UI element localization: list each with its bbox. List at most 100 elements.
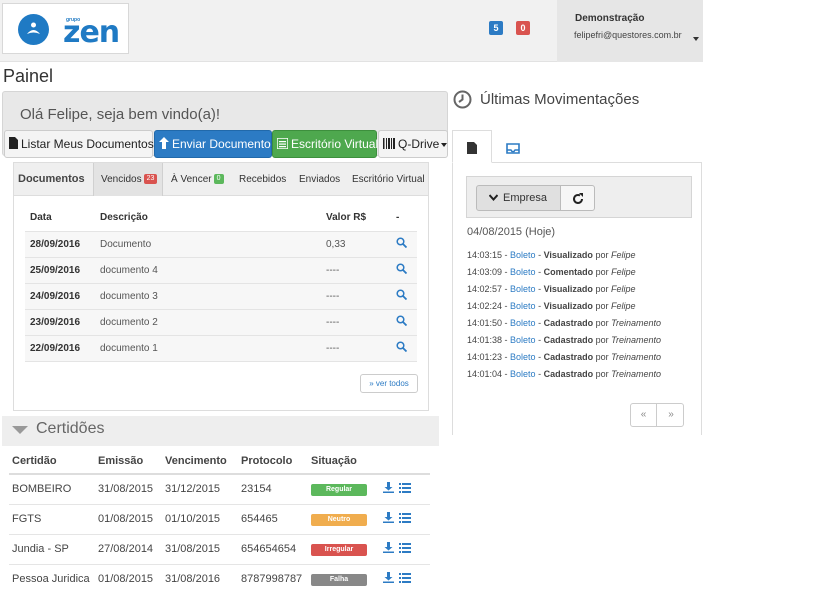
search-icon[interactable]	[396, 289, 408, 303]
notification-badge[interactable]: 5	[489, 21, 503, 35]
col-certidao: Certidão	[9, 448, 95, 475]
item-user: Treinamento	[611, 369, 661, 379]
documents-panel: Documentos Vencidos 23 À Vencer 0 Recebido…	[13, 162, 429, 411]
certidoes-title: Certidões	[36, 420, 105, 437]
certidao-protocolo: 654654654	[238, 534, 308, 565]
status-badge: Irregular	[311, 544, 367, 556]
caret-down-icon	[441, 142, 448, 147]
item-doc-link[interactable]: Boleto	[510, 335, 536, 345]
item-doc-link[interactable]: Boleto	[510, 284, 536, 294]
list-item: 14:01:50 - Boleto - Cadastrado por Trein…	[467, 318, 661, 328]
q-drive-dropdown[interactable]: Q-Drive	[378, 130, 448, 158]
search-icon[interactable]	[396, 315, 408, 329]
certidao-name: FGTS	[9, 504, 95, 535]
list-item: 14:01:38 - Boleto - Cadastrado por Trein…	[467, 335, 661, 345]
file-icon	[467, 141, 477, 159]
virtual-office-button[interactable]: Escritório Virtual	[272, 130, 378, 158]
item-user: Treinamento	[611, 352, 661, 362]
pager-next-button[interactable]: »	[658, 404, 684, 426]
certidoes-header[interactable]: Certidões	[2, 416, 439, 446]
vencidos-count-badge: 23	[143, 174, 158, 185]
certidao-protocolo: 8787998787	[238, 564, 308, 592]
table-row: FGTS 01/08/2015 01/10/2015 654465 Neutro	[9, 504, 430, 535]
tab-vencidos[interactable]: Vencidos 23	[93, 163, 163, 196]
tab-escritorio-virtual[interactable]: Escritório Virtual	[352, 163, 425, 196]
movements-date: 04/08/2015 (Hoje)	[467, 226, 556, 238]
item-doc-link[interactable]: Boleto	[510, 267, 536, 277]
tab-recebidos[interactable]: Recebidos	[239, 163, 286, 196]
row-description: documento 1	[95, 335, 321, 362]
movements-panel: Empresa 04/08/2015 (Hoje) 14:03:15 - Bol…	[452, 163, 702, 435]
search-icon[interactable]	[396, 341, 408, 355]
item-time: 14:02:24	[467, 301, 503, 311]
item-time: 14:02:57	[467, 284, 503, 294]
item-time: 14:01:38	[467, 335, 503, 345]
item-action: Visualizado	[543, 250, 593, 260]
item-user: Felipe	[610, 250, 636, 260]
pager-prev-button[interactable]: «	[631, 404, 657, 426]
user-email: felipefri@questores.com.br	[574, 30, 682, 40]
tab-documents[interactable]	[452, 130, 492, 163]
item-time: 14:01:23	[467, 352, 503, 362]
tab-enviados[interactable]: Enviados	[299, 163, 340, 196]
download-icon[interactable]	[383, 572, 394, 586]
empresa-filter-button[interactable]: Empresa	[476, 185, 561, 211]
list-icon	[276, 132, 289, 158]
refresh-icon	[572, 192, 584, 210]
item-by: por	[595, 335, 609, 345]
row-date: 24/09/2016	[25, 283, 95, 310]
table-row: 25/09/2016 documento 4 ----	[25, 257, 417, 284]
certidoes-panel: Certidões Certidão Emissão Vencimento Pr…	[2, 416, 439, 592]
documents-table: Data Descrição Valor R$ - 28/09/2016 Doc…	[25, 205, 417, 362]
send-document-label: Enviar Documento	[172, 137, 271, 151]
list-documents-button[interactable]: Listar Meus Documentos	[4, 130, 154, 158]
list-icon[interactable]	[399, 512, 411, 526]
list-item: 14:02:57 - Boleto - Visualizado por Feli…	[467, 284, 636, 294]
user-menu[interactable]: Demonstração felipefri@questores.com.br	[557, 0, 703, 62]
search-icon[interactable]	[396, 237, 408, 251]
certidao-emissao: 01/08/2015	[95, 504, 162, 535]
refresh-button[interactable]	[560, 185, 595, 211]
list-icon[interactable]	[399, 572, 411, 586]
list-icon[interactable]	[399, 482, 411, 496]
item-by: por	[595, 284, 609, 294]
search-icon[interactable]	[396, 263, 408, 277]
item-user: Felipe	[611, 267, 636, 277]
item-doc-link[interactable]: Boleto	[510, 369, 536, 379]
download-icon[interactable]	[383, 482, 394, 496]
row-date: 22/09/2016	[25, 335, 95, 362]
see-all-button[interactable]: » ver todos	[360, 374, 418, 393]
certidao-protocolo: 23154	[238, 474, 308, 505]
download-icon[interactable]	[383, 542, 394, 556]
arrow-up-icon	[159, 132, 169, 158]
inbox-icon	[506, 141, 520, 159]
file-icon	[9, 132, 18, 158]
item-action: Cadastrado	[543, 369, 594, 379]
download-icon[interactable]	[383, 512, 394, 526]
tab-a-vencer[interactable]: À Vencer 0	[171, 163, 224, 196]
certidoes-table: Certidão Emissão Vencimento Protocolo Si…	[9, 448, 430, 592]
list-icon[interactable]	[399, 542, 411, 556]
list-item: 14:02:24 - Boleto - Visualizado por Feli…	[467, 301, 636, 311]
item-doc-link[interactable]: Boleto	[510, 250, 536, 260]
chevron-down-icon	[488, 186, 499, 210]
status-badge: Neutro	[311, 514, 367, 526]
caret-down-icon	[693, 37, 699, 41]
certidao-emissao: 31/08/2015	[95, 474, 162, 505]
top-bar: grupo zen 5 0 Demonstração felipefri@que…	[0, 0, 703, 62]
row-description: Documento	[95, 231, 321, 258]
lotus-icon	[18, 14, 49, 45]
table-row: 23/09/2016 documento 2 ----	[25, 309, 417, 336]
tab-inbox[interactable]	[494, 130, 534, 163]
item-by: por	[595, 267, 609, 277]
col-data: Data	[25, 205, 95, 232]
alert-badge[interactable]: 0	[516, 21, 530, 35]
send-document-button[interactable]: Enviar Documento	[154, 130, 272, 158]
item-doc-link[interactable]: Boleto	[510, 352, 536, 362]
movements-tabs	[452, 130, 702, 163]
item-doc-link[interactable]: Boleto	[510, 301, 536, 311]
item-time: 14:01:50	[467, 318, 503, 328]
movements-list: 14:03:15 - Boleto - Visualizado por Feli…	[467, 247, 697, 383]
item-doc-link[interactable]: Boleto	[510, 318, 536, 328]
logo[interactable]: grupo zen	[2, 3, 129, 54]
